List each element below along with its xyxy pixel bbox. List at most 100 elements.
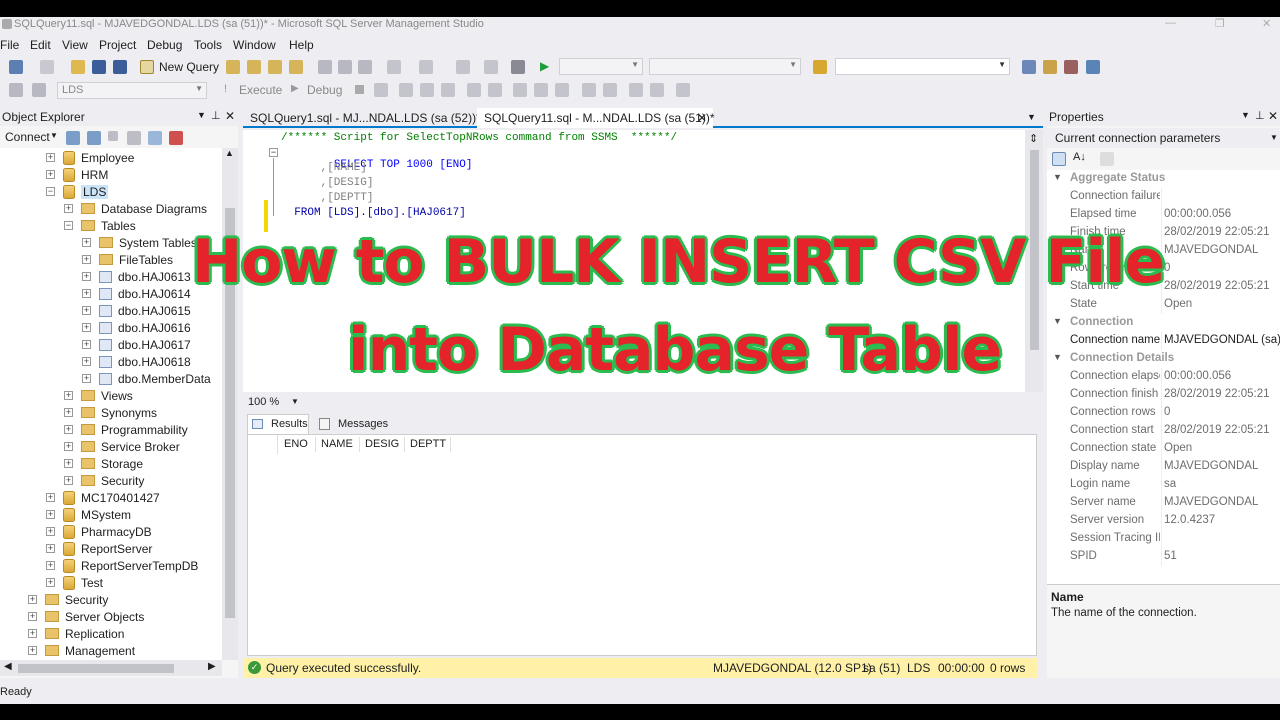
property-row[interactable]: Elapsed time 00:00:00.056: [1047, 206, 1279, 224]
platform-combo[interactable]: ▼: [649, 58, 801, 75]
property-row[interactable]: SPID 51: [1047, 548, 1279, 566]
expand-icon[interactable]: +: [64, 391, 73, 400]
search-combo[interactable]: ▼: [835, 58, 1010, 75]
paste-icon[interactable]: [358, 60, 372, 74]
indent-icon[interactable]: [650, 83, 664, 97]
property-row[interactable]: Display name MJAVEDGONDAL: [1047, 458, 1279, 476]
expand-icon[interactable]: +: [46, 493, 55, 502]
query-type-icon-4[interactable]: [289, 60, 303, 74]
tree-item[interactable]: + MSystem: [46, 506, 131, 523]
query-type-icon-1[interactable]: [226, 60, 240, 74]
tree-item[interactable]: + dbo.HAJ0614: [82, 285, 191, 302]
expand-icon[interactable]: +: [46, 153, 55, 162]
expand-icon[interactable]: +: [82, 255, 91, 264]
new-project-icon[interactable]: [9, 60, 23, 74]
property-row[interactable]: Connection rows 0: [1047, 404, 1279, 422]
tree-item[interactable]: + Synonyms: [64, 404, 157, 421]
open-file-icon[interactable]: [71, 60, 85, 74]
split-icon[interactable]: ⇕: [1029, 132, 1038, 145]
uncomment-icon[interactable]: [603, 83, 617, 97]
expand-icon[interactable]: +: [64, 442, 73, 451]
collapse-region-icon[interactable]: −: [269, 148, 278, 157]
outdent-icon[interactable]: [629, 83, 643, 97]
tree-item[interactable]: + Programmability: [64, 421, 188, 438]
cancel-query-icon[interactable]: [355, 85, 364, 94]
query-type-icon-2[interactable]: [247, 60, 261, 74]
navigate-icon[interactable]: [456, 60, 470, 74]
expand-icon[interactable]: +: [46, 578, 55, 587]
property-category[interactable]: ▼ Aggregate Status: [1047, 170, 1279, 188]
tab-sqlquery1[interactable]: SQLQuery1.sql - MJ...NDAL.LDS (sa (52))*: [243, 108, 481, 128]
find-icon[interactable]: [484, 60, 498, 74]
expand-icon[interactable]: +: [46, 170, 55, 179]
expand-icon[interactable]: +: [46, 561, 55, 570]
categorized-icon[interactable]: [1052, 152, 1066, 166]
specify-values-icon[interactable]: [676, 83, 690, 97]
collapse-category-icon[interactable]: ▼: [1053, 352, 1062, 362]
properties-icon[interactable]: [1043, 60, 1057, 74]
comment-icon[interactable]: [582, 83, 596, 97]
expand-icon[interactable]: +: [64, 408, 73, 417]
tree-item[interactable]: + Storage: [64, 455, 143, 472]
zoom-level[interactable]: 100 %: [248, 396, 279, 408]
tree-item[interactable]: + HRM: [46, 166, 108, 183]
expand-icon[interactable]: +: [82, 272, 91, 281]
disconnect-icon[interactable]: [87, 131, 101, 145]
property-pages-icon[interactable]: [1100, 152, 1114, 166]
results-grid-icon[interactable]: [534, 83, 548, 97]
tree-item[interactable]: + Security: [64, 472, 144, 489]
new-query-button[interactable]: New Query: [159, 60, 219, 74]
menu-view[interactable]: View: [62, 38, 88, 52]
redo-icon[interactable]: [419, 60, 433, 74]
col-deptt[interactable]: DEPTT: [410, 438, 446, 450]
close-tab-icon[interactable]: ✕: [697, 111, 707, 125]
expand-icon[interactable]: +: [82, 323, 91, 332]
tab-dropdown-icon[interactable]: ▼: [1027, 112, 1036, 122]
collapse-category-icon[interactable]: ▼: [1053, 316, 1062, 326]
database-combo[interactable]: LDS ▼: [57, 82, 207, 99]
tree-item[interactable]: + Views: [64, 387, 133, 404]
screen-icon[interactable]: [511, 60, 525, 74]
properties-pin-icon[interactable]: ⊥: [1255, 109, 1265, 122]
tree-vscrollbar[interactable]: ▲: [222, 148, 238, 660]
menu-debug[interactable]: Debug: [147, 38, 182, 52]
menu-project[interactable]: Project: [99, 38, 136, 52]
property-row[interactable]: Connection failure: [1047, 188, 1279, 206]
tree-item[interactable]: + System Tables: [82, 234, 197, 251]
find-in-files-icon[interactable]: [813, 60, 827, 74]
property-row[interactable]: Connection state Open: [1047, 440, 1279, 458]
property-row[interactable]: Session Tracing ID: [1047, 530, 1279, 548]
menu-file[interactable]: File: [0, 38, 19, 52]
expand-icon[interactable]: +: [46, 544, 55, 553]
expand-icon[interactable]: +: [82, 289, 91, 298]
client-stats-icon[interactable]: [488, 83, 502, 97]
properties-dropdown-icon[interactable]: ▼: [1241, 110, 1250, 120]
property-row[interactable]: Connection start 28/02/2019 22:05:21: [1047, 422, 1279, 440]
property-row[interactable]: Server version 12.0.4237: [1047, 512, 1279, 530]
tab-sqlquery11[interactable]: SQLQuery11.sql - M...NDAL.LDS (sa (51))*…: [477, 108, 715, 128]
parse-icon[interactable]: [374, 83, 388, 97]
new-query-icon[interactable]: [140, 60, 154, 74]
property-row[interactable]: Connection elapsed 00:00:00.056: [1047, 368, 1279, 386]
tree-item[interactable]: + dbo.HAJ0615: [82, 302, 191, 319]
scroll-right-icon[interactable]: ▶: [208, 661, 216, 672]
connect-button[interactable]: Connect: [5, 130, 50, 144]
col-eno[interactable]: ENO: [284, 438, 308, 450]
execute-button[interactable]: Execute: [239, 83, 282, 97]
expand-icon[interactable]: +: [28, 629, 37, 638]
expand-icon[interactable]: +: [82, 357, 91, 366]
include-plan-icon[interactable]: [467, 83, 481, 97]
tree-item[interactable]: + FileTables: [82, 251, 173, 268]
property-row[interactable]: Connection finish 28/02/2019 22:05:21: [1047, 386, 1279, 404]
tree-item[interactable]: + dbo.HAJ0617: [82, 336, 191, 353]
tree-item[interactable]: + Security: [28, 591, 108, 608]
properties-close-icon[interactable]: ✕: [1268, 109, 1278, 123]
tree-item[interactable]: + dbo.HAJ0618: [82, 353, 191, 370]
tree-item[interactable]: + Service Broker: [64, 438, 180, 455]
tree-item[interactable]: + Server Objects: [28, 608, 144, 625]
expand-icon[interactable]: +: [82, 374, 91, 383]
property-row[interactable]: Login name sa: [1047, 476, 1279, 494]
window-layout-icon[interactable]: [1086, 60, 1100, 74]
close-window-button[interactable]: ✕: [1262, 17, 1271, 30]
query-type-icon-3[interactable]: [268, 60, 282, 74]
